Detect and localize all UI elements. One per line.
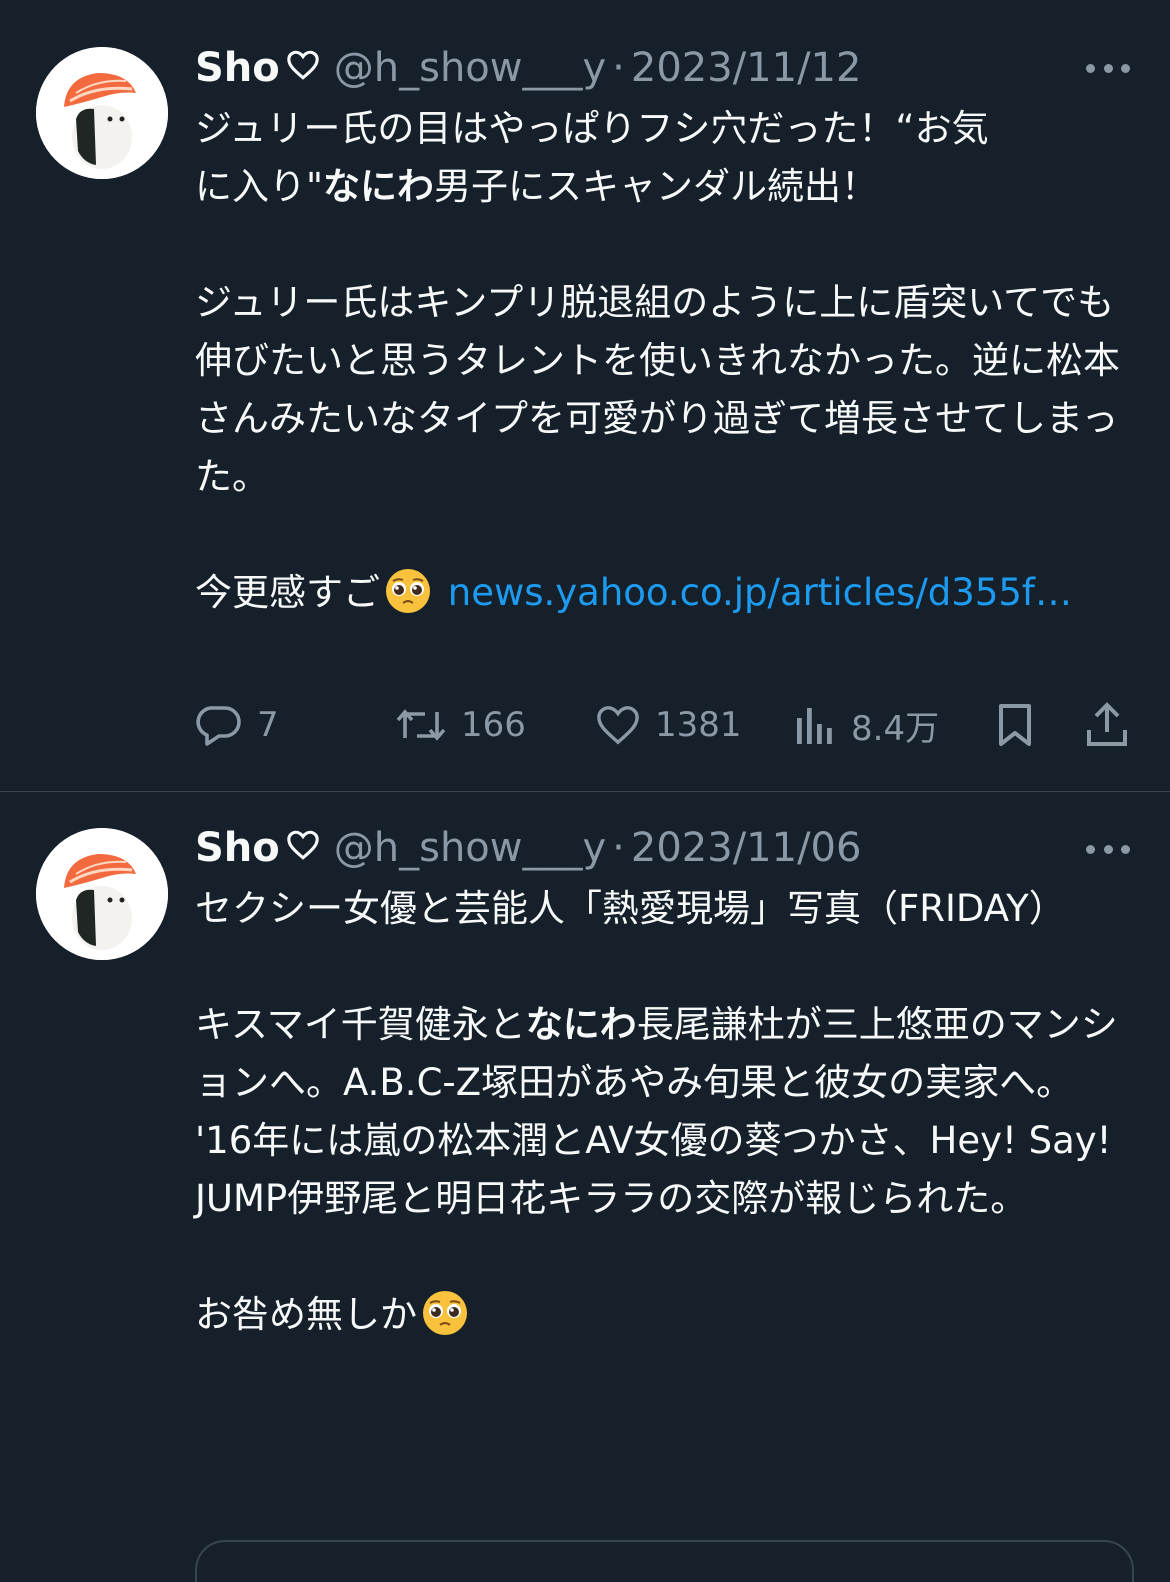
tweet[interactable]: Sho @h_show___y · 2023/11/12 ジュリー氏の目はやっぱ…	[0, 0, 1170, 792]
text-paragraph: '16年には嵐の松本潤とAV女優の葵つかさ、Hey! Say! JUMP伊野尾と…	[195, 1119, 1112, 1220]
text-paragraph: キスマイ千賀健永となにわ長尾謙杜が三上悠亜のマンションへ。A.B.C-Z塚田があ…	[195, 996, 1140, 1112]
pleading-face-emoji-icon	[384, 567, 432, 615]
text-paragraph: お咎め無しか	[195, 1286, 1140, 1344]
tweet-text: セクシー女優と芸能人「熱愛現場」写真（FRIDAY） キスマイ千賀健永となにわ長…	[195, 880, 1140, 1344]
display-name[interactable]: Sho	[195, 825, 280, 871]
separator-dot: ·	[612, 45, 625, 91]
reply-bubble-icon	[196, 706, 241, 746]
action-bar: 7 166 1381 8.4万	[195, 700, 1135, 750]
tweet-header: Sho @h_show___y · 2023/11/06	[195, 820, 861, 876]
tweet-date[interactable]: 2023/11/06	[631, 825, 862, 871]
text-segment: ジュリー氏の目はやっぱりフシ穴だった！“お気	[195, 107, 989, 150]
heart-outline-icon	[286, 45, 320, 91]
like-count: 1381	[655, 705, 742, 745]
text-segment: 今更感すご	[195, 571, 380, 614]
text-segment: 男子にスキャンダル続出！	[434, 165, 879, 208]
view-count: 8.4万	[851, 708, 940, 749]
text-paragraph: セクシー女優と芸能人「熱愛現場」写真（FRIDAY）	[195, 887, 1066, 930]
highlighted-text: なにわ	[323, 165, 435, 208]
views-button[interactable]: 8.4万	[795, 700, 939, 750]
heart-icon	[597, 706, 639, 745]
avatar[interactable]	[36, 47, 168, 179]
salmon-sushi-avatar-icon	[36, 47, 168, 179]
share-button[interactable]	[1085, 700, 1129, 750]
text-segment: お咎め無しか	[195, 1293, 417, 1336]
reply-count: 7	[257, 705, 279, 745]
retweet-icon	[396, 709, 446, 741]
reply-button[interactable]: 7	[195, 700, 279, 750]
heart-outline-icon	[286, 825, 320, 871]
bookmark-button[interactable]	[995, 700, 1035, 750]
text-segment: に入り"	[195, 165, 324, 208]
tweet-text: ジュリー氏の目はやっぱりフシ穴だった！“お気 に入り"なにわ男子にスキャンダル続出…	[195, 100, 1140, 622]
text-segment: キスマイ千賀健永と	[195, 1003, 526, 1046]
user-handle[interactable]: @h_show___y	[334, 45, 606, 91]
tweet[interactable]: Sho @h_show___y · 2023/11/06 セクシー女優と芸能人「…	[0, 792, 1170, 1582]
display-name[interactable]: Sho	[195, 45, 280, 91]
share-icon	[1087, 702, 1127, 746]
highlighted-text: なにわ	[525, 1003, 637, 1046]
text-paragraph: ジュリー氏はキンプリ脱退組のように上に盾突いてでも伸びたいと思うタレントを使いき…	[195, 281, 1120, 498]
quoted-content-card[interactable]	[195, 1540, 1134, 1582]
text-paragraph: 今更感すご news.yahoo.co.jp/articles/d355f…	[195, 564, 1140, 622]
separator-dot: ·	[612, 825, 625, 871]
like-button[interactable]: 1381	[595, 700, 742, 750]
bar-chart-icon	[797, 708, 832, 744]
more-dots-icon[interactable]	[1086, 839, 1130, 859]
more-dots-icon[interactable]	[1086, 58, 1130, 78]
user-handle[interactable]: @h_show___y	[334, 825, 606, 871]
pleading-face-emoji-icon	[421, 1289, 469, 1337]
text-line: ジュリー氏の目はやっぱりフシ穴だった！“お気 に入り"なにわ男子にスキャンダル続出…	[195, 100, 1140, 216]
salmon-sushi-avatar-icon	[36, 828, 168, 960]
retweet-count: 166	[461, 705, 526, 745]
avatar[interactable]	[36, 828, 168, 960]
tweet-date[interactable]: 2023/11/12	[631, 45, 862, 91]
bookmark-icon	[999, 704, 1031, 746]
article-link[interactable]: news.yahoo.co.jp/articles/d355f…	[448, 571, 1072, 614]
retweet-button[interactable]: 166	[395, 700, 526, 750]
tweet-header: Sho @h_show___y · 2023/11/12	[195, 40, 861, 96]
